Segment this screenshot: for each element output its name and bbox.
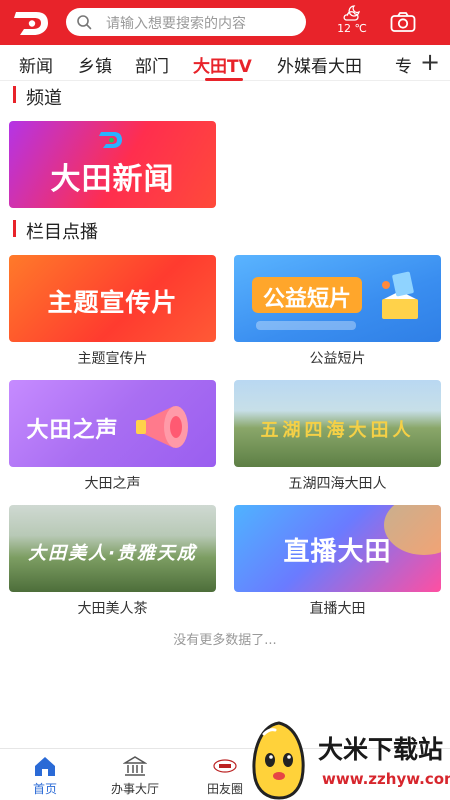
search-bar[interactable]: 请输入想要搜索的内容: [66, 8, 306, 36]
section-title-channel: 频道: [26, 88, 62, 109]
section-marker: [13, 220, 16, 237]
active-tab-indicator: [205, 78, 243, 81]
thumb-subtitle-bar: [256, 321, 356, 330]
program-label[interactable]: 五湖四海大田人: [234, 473, 441, 493]
nav-label: 首页: [32, 782, 57, 796]
program-thumb-text: 公益短片: [262, 287, 351, 312]
program-card-beauty-tea[interactable]: 大田美人·贵雅天成: [9, 505, 216, 592]
program-card-datian-people[interactable]: 五湖四海大田人: [234, 380, 441, 467]
program-label[interactable]: 直播大田: [234, 598, 441, 618]
app-logo[interactable]: [12, 8, 50, 38]
search-input[interactable]: 请输入想要搜索的内容: [106, 13, 246, 33]
tab-news[interactable]: 新闻: [19, 52, 53, 77]
program-card-datian-voice[interactable]: 大田之声: [9, 380, 216, 467]
channel-card-datian-news[interactable]: 大田新闻: [9, 121, 216, 208]
program-label[interactable]: 公益短片: [234, 348, 441, 368]
program-thumb-text: 大田美人·贵雅天成: [28, 543, 197, 564]
tab-towns[interactable]: 乡镇: [78, 52, 112, 77]
program-card-theme-promo[interactable]: 主题宣传片: [9, 255, 216, 342]
megaphone-illustration-icon: [136, 406, 188, 448]
program-card-live-datian[interactable]: 直播大田: [234, 505, 441, 592]
channel-logo-icon: [99, 132, 122, 148]
program-label[interactable]: 大田之声: [9, 473, 216, 493]
add-tab-icon[interactable]: +: [420, 48, 440, 76]
program-thumb-text: 主题宣传片: [47, 288, 178, 317]
book-illustration-icon: [382, 271, 418, 319]
nav-home[interactable]: 首页: [10, 755, 80, 797]
weather-widget[interactable]: 12 ℃: [334, 4, 370, 40]
tab-departments[interactable]: 部门: [135, 52, 169, 77]
tab-datian-tv[interactable]: 大田TV: [193, 52, 252, 77]
tab-special[interactable]: 专: [395, 52, 412, 77]
government-building-icon: [123, 756, 147, 776]
watermark-url: www.zzhyw.com: [322, 770, 450, 788]
home-icon: [35, 757, 55, 776]
no-more-data-text: 没有更多数据了...: [173, 633, 277, 648]
section-marker: [13, 86, 16, 103]
category-tabs: 新闻 乡镇 部门 大田TV 外媒看大田 专 +: [0, 45, 450, 81]
program-label[interactable]: 主题宣传片: [9, 348, 216, 368]
top-header: 请输入想要搜索的内容 12 ℃: [0, 0, 450, 45]
program-label[interactable]: 大田美人茶: [9, 598, 216, 618]
program-thumb-text: 五湖四海大田人: [260, 420, 415, 441]
program-card-public-welfare[interactable]: 公益短片: [234, 255, 441, 342]
nav-label: 办事大厅: [110, 782, 159, 796]
camera-icon[interactable]: [390, 11, 416, 33]
nav-service-hall[interactable]: 办事大厅: [100, 755, 170, 797]
tab-foreign-media[interactable]: 外媒看大田: [277, 52, 362, 77]
section-title-programs: 栏目点播: [26, 222, 98, 243]
rice-mascot-icon: [252, 721, 305, 800]
search-icon: [77, 15, 92, 30]
cloudy-night-icon: [343, 5, 360, 21]
program-thumb-text: 直播大田: [283, 537, 392, 567]
weather-temperature: 12 ℃: [337, 22, 367, 35]
site-watermark: 大米下载站 www.zzhyw.com: [244, 718, 450, 800]
watermark-title: 大米下载站: [318, 735, 444, 764]
channel-name: 大田新闻: [50, 162, 175, 197]
tianyouquan-badge-icon: [213, 759, 237, 773]
